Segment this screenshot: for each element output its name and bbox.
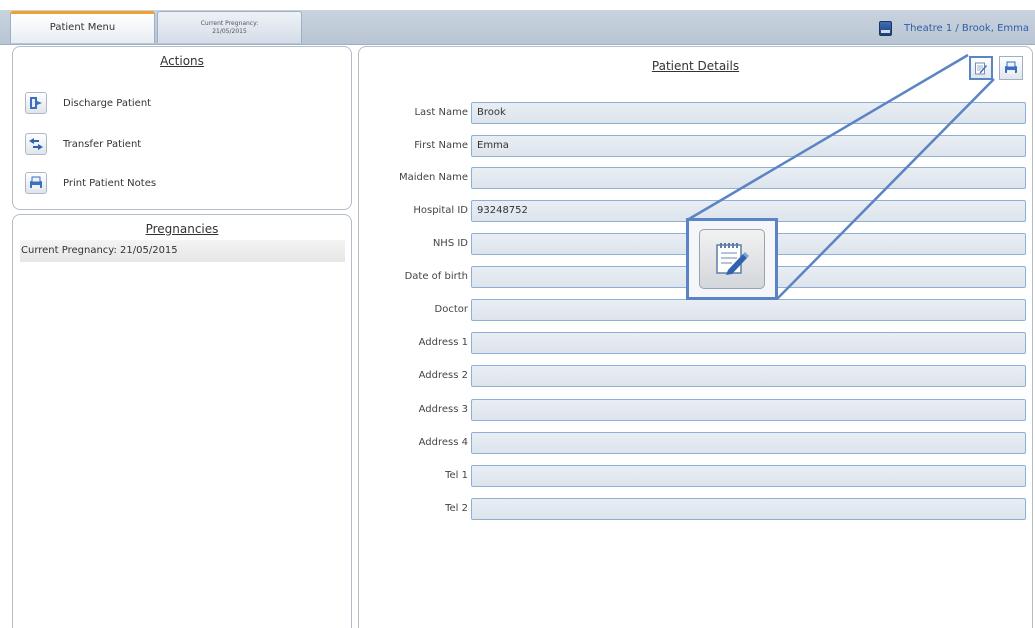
field-last-name: Last Name Brook	[359, 102, 1034, 124]
edit-details-button[interactable]	[969, 56, 993, 80]
tel-1-input[interactable]	[471, 465, 1026, 487]
field-tel-2: Tel 2	[359, 498, 1034, 520]
tab-current-pregnancy-date: 21/05/2015	[212, 28, 247, 35]
transfer-icon[interactable]	[25, 133, 47, 155]
patient-details-title: Patient Details	[651, 59, 740, 73]
field-tel-1: Tel 1	[359, 465, 1034, 487]
field-label: Address 4	[418, 437, 468, 448]
field-label: Address 3	[418, 404, 468, 415]
last-name-input[interactable]: Brook	[471, 102, 1026, 124]
edit-notepad-icon	[716, 243, 749, 275]
field-label: Address 1	[418, 337, 468, 348]
address-4-input[interactable]	[471, 432, 1026, 454]
discharge-patient-label[interactable]: Discharge Patient	[63, 98, 151, 109]
pregnancies-panel: Pregnancies Current Pregnancy: 21/05/201…	[12, 214, 352, 628]
field-label: Last Name	[414, 107, 468, 118]
print-patient-notes-label[interactable]: Print Patient Notes	[63, 178, 156, 189]
edit-notepad-icon	[975, 62, 987, 75]
discharge-icon[interactable]	[25, 92, 47, 114]
doctor-input[interactable]	[471, 299, 1026, 321]
field-address-2: Address 2	[359, 365, 1034, 387]
field-address-3: Address 3	[359, 399, 1034, 421]
tab-patient-menu-label: Patient Menu	[49, 22, 116, 33]
field-maiden-name: Maiden Name	[359, 167, 1034, 189]
field-label: Address 2	[418, 370, 468, 381]
patient-details-panel: Patient Details Last Name Brook First Na…	[358, 46, 1033, 628]
field-label: Tel 1	[445, 470, 468, 481]
field-doctor: Doctor	[359, 299, 1034, 321]
field-label: Hospital ID	[413, 205, 468, 216]
top-bar: Patient Menu Current Pregnancy: 21/05/20…	[0, 0, 1035, 45]
tab-current-pregnancy-label: Current Pregnancy:	[200, 20, 259, 27]
first-name-input[interactable]: Emma	[471, 135, 1026, 157]
address-1-input[interactable]	[471, 332, 1026, 354]
transfer-patient-action[interactable]: Transfer Patient	[25, 132, 141, 156]
pregnancies-title: Pregnancies	[145, 222, 219, 236]
location-patient-status: Theatre 1 / Brook, Emma	[903, 22, 1029, 34]
address-2-input[interactable]	[471, 365, 1026, 387]
print-patient-notes-action[interactable]: Print Patient Notes	[25, 171, 156, 195]
print-icon[interactable]	[25, 172, 47, 194]
edit-button-magnified	[699, 229, 765, 289]
field-label: Date of birth	[404, 271, 468, 282]
status-area: Theatre 1 / Brook, Emma	[878, 18, 1029, 38]
field-label: NHS ID	[432, 238, 468, 249]
theatre-monitor-icon	[878, 20, 892, 36]
address-3-input[interactable]	[471, 399, 1026, 421]
pregnancy-list-item[interactable]: Current Pregnancy: 21/05/2015	[20, 240, 345, 262]
field-label: Tel 2	[445, 503, 468, 514]
field-label: Maiden Name	[398, 172, 468, 183]
field-label: Doctor	[434, 304, 468, 315]
field-address-4: Address 4	[359, 432, 1034, 454]
discharge-patient-action[interactable]: Discharge Patient	[25, 91, 151, 115]
field-address-1: Address 1	[359, 332, 1034, 354]
print-icon	[1005, 61, 1017, 74]
edit-button-callout	[686, 218, 778, 300]
field-first-name: First Name Emma	[359, 135, 1034, 157]
transfer-patient-label[interactable]: Transfer Patient	[63, 139, 141, 150]
actions-title: Actions	[160, 54, 204, 68]
maiden-name-input[interactable]	[471, 167, 1026, 189]
actions-panel: Actions Discharge Patient Transfer Patie…	[12, 46, 352, 210]
tab-current-pregnancy[interactable]: Current Pregnancy: 21/05/2015	[157, 11, 302, 43]
print-details-button[interactable]	[999, 56, 1023, 80]
tel-2-input[interactable]	[471, 498, 1026, 520]
field-label: First Name	[414, 140, 468, 151]
tab-patient-menu[interactable]: Patient Menu	[10, 11, 155, 43]
